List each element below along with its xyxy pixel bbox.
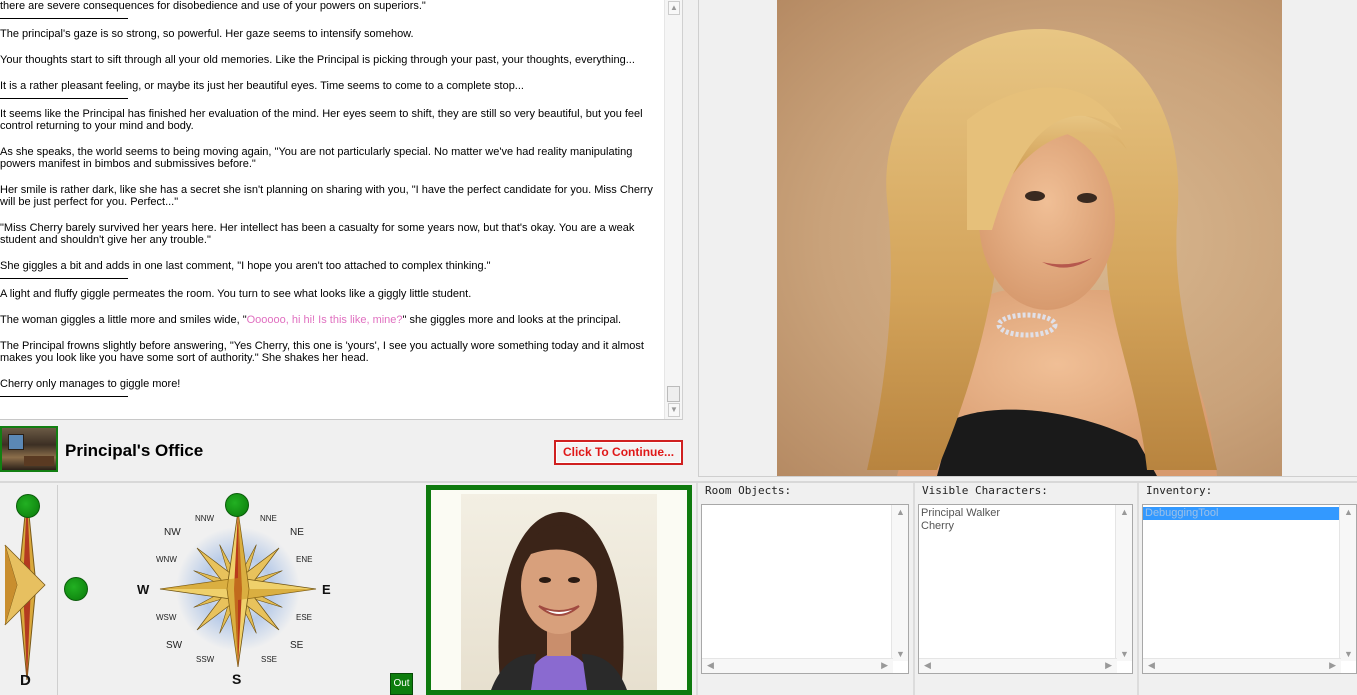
story-scrollbar[interactable]: ▲ ▼ [664,0,682,419]
story-text-panel[interactable]: there are severe consequences for disobe… [0,0,683,420]
compass-label-se: SE [290,640,304,651]
compass-label-wnw: WNW [156,555,177,564]
continue-button[interactable]: Click To Continue... [554,440,683,465]
scroll-thumb[interactable] [667,386,680,402]
compass-label-nnw: NNW [195,514,215,523]
character-portrait-frame[interactable] [426,485,692,695]
inventory-title: Inventory: [1146,484,1213,497]
paragraph-separator [0,396,128,397]
story-paragraph: Cherry only manages to giggle more! [0,378,181,390]
compass-label-nw: NW [164,527,181,538]
north-direction-button[interactable] [225,493,249,517]
paragraph-separator [0,278,128,279]
compass-rose: NNW NNE NW NE WNW ENE W E WSW ESE SW SE … [58,485,422,695]
compass-label-sw: SW [166,640,183,651]
compass-label-wsw: WSW [156,613,177,622]
story-paragraph: "Miss Cherry barely survived her years h… [0,222,635,246]
visible-characters-vscroll[interactable]: ▲ ▼ [1115,505,1132,661]
compass-label-e: E [322,582,331,597]
list-item-character[interactable]: Principal Walker [919,507,1132,520]
story-paragraph: It seems like the Principal has finished… [0,108,643,132]
compass-label-nne: NNE [260,514,277,523]
location-thumbnail [0,426,58,472]
list-item-character[interactable]: Cherry [919,520,1132,533]
story-paragraph: Your thoughts start to sift through all … [0,54,635,66]
paragraph-separator [0,98,128,99]
scroll-up-arrow-icon[interactable]: ▲ [668,1,680,15]
room-objects-hscroll[interactable]: ◀ ▶ [702,658,893,673]
paragraph-separator [0,18,128,19]
visible-characters-list[interactable]: Principal Walker Cherry ▲ ▼ ◀ ▶ [918,504,1133,674]
visible-characters-title: Visible Characters: [922,484,1048,497]
location-name: Principal's Office [65,441,204,460]
cherry-portrait-image [461,494,657,690]
story-paragraph: Her smile is rather dark, like she has a… [0,184,653,208]
inventory-hscroll[interactable]: ◀ ▶ [1143,658,1341,673]
inventory-panel: Inventory: DebuggingTool ▲ ▼ ◀ ▶ [1139,483,1357,695]
principal-portrait-image [777,0,1282,476]
story-paragraph: The principal's gaze is so strong, so po… [0,28,414,40]
story-paragraph: A light and fluffy giggle permeates the … [0,288,472,300]
story-paragraph: there are severe consequences for disobe… [0,0,426,12]
compass-label-s: S [232,671,242,687]
dialogue-highlight: Oooooo, hi hi! Is this like, mine? [246,314,403,326]
story-paragraph: The woman giggles a little more and smil… [0,314,622,326]
story-paragraph: As she speaks, the world seems to being … [0,146,633,170]
center-green-dot[interactable] [64,577,88,601]
compass-label-ese: ESE [296,613,313,622]
visible-characters-hscroll[interactable]: ◀ ▶ [919,658,1117,673]
scroll-down-arrow-icon[interactable]: ▼ [668,403,680,417]
compass-label-ne: NE [290,527,304,538]
story-paragraph: The Principal frowns slightly before ans… [0,340,644,364]
compass-label-ene: ENE [296,555,313,564]
story-text: there are severe consequences for disobe… [0,0,664,406]
room-objects-panel: Room Objects: ▲ ▼ ◀ ▶ [698,483,912,695]
vertical-compass: D [0,485,58,695]
inventory-item-selected[interactable]: DebuggingTool [1143,507,1340,520]
room-objects-vscroll[interactable]: ▲ ▼ [891,505,908,661]
room-objects-title: Room Objects: [705,484,792,497]
up-direction-button[interactable] [16,494,40,518]
main-portrait-panel [698,0,1357,477]
story-paragraph: She giggles a bit and adds in one last c… [0,260,491,272]
compass-label-ssw: SSW [196,655,215,664]
story-paragraph: It is a rather pleasant feeling, or mayb… [0,80,524,92]
inventory-list[interactable]: DebuggingTool ▲ ▼ ◀ ▶ [1142,504,1357,674]
compass-label-sse: SSE [261,655,278,664]
room-objects-list[interactable]: ▲ ▼ ◀ ▶ [701,504,909,674]
compass-label-w: W [137,582,150,597]
inventory-vscroll[interactable]: ▲ ▼ [1339,505,1356,661]
visible-characters-panel: Visible Characters: Principal Walker Che… [915,483,1136,695]
out-button[interactable]: Out [390,673,413,695]
down-label: D [20,672,31,689]
